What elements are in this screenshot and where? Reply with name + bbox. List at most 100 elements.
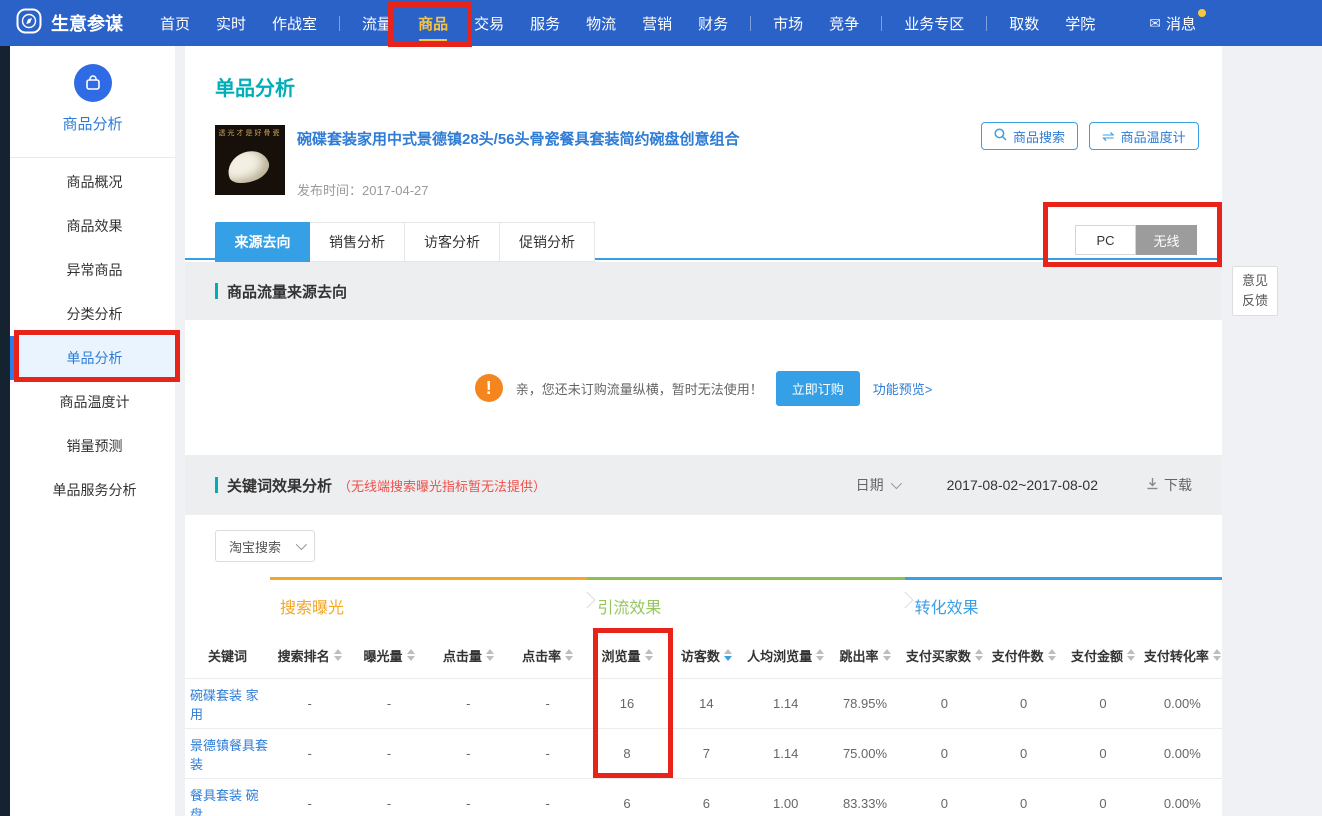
- sort-icon-active: [724, 649, 732, 661]
- nav-finance[interactable]: 财务: [685, 0, 741, 46]
- notification-badge: [1198, 9, 1206, 17]
- col-avg-pageviews[interactable]: 人均浏览量: [746, 646, 825, 665]
- chevron-down-icon: [890, 478, 901, 489]
- table-row: 景德镇餐具套装 - - - - 8 7 1.14 75.00% 0 0 0 0.…: [185, 728, 1222, 778]
- product-search-button[interactable]: 商品搜索: [981, 122, 1078, 150]
- nav-compete[interactable]: 竞争: [816, 0, 872, 46]
- col-pageviews[interactable]: 浏览量: [587, 646, 666, 665]
- col-paid-amount[interactable]: 支付金额: [1063, 646, 1142, 665]
- nav-traffic[interactable]: 流量: [349, 0, 405, 46]
- cell: 1.14: [746, 746, 825, 761]
- keyword-link[interactable]: 景德镇餐具套装: [185, 735, 270, 773]
- sidebar: 商品分析 商品概况 商品效果 异常商品 分类分析 单品分析 商品温度计 销量预测…: [10, 46, 175, 816]
- feature-preview-link[interactable]: 功能预览>: [873, 379, 933, 398]
- flow-section-title: 商品流量来源去向: [215, 281, 347, 302]
- keyword-section-title: 关键词效果分析: [215, 475, 332, 496]
- nav-market[interactable]: 市场: [760, 0, 816, 46]
- cell: 0: [905, 796, 984, 811]
- nav-home[interactable]: 首页: [147, 0, 203, 46]
- product-thermometer-button[interactable]: ⇌ 商品温度计: [1089, 122, 1199, 150]
- col-exposure[interactable]: 曝光量: [349, 646, 428, 665]
- sidebar-item-goods-effect[interactable]: 商品效果: [10, 204, 175, 248]
- cell: 0.00%: [1143, 746, 1222, 761]
- col-paying-buyers[interactable]: 支付买家数: [905, 646, 984, 665]
- nav-trade[interactable]: 交易: [461, 0, 517, 46]
- pc-wireless-toggle: PC 无线: [1075, 225, 1197, 255]
- download-button[interactable]: 下载: [1146, 475, 1192, 495]
- sidebar-item-sales-forecast[interactable]: 销量预测: [10, 424, 175, 468]
- sidebar-item-abnormal-goods[interactable]: 异常商品: [10, 248, 175, 292]
- download-icon: [1146, 477, 1159, 493]
- sidebar-collapsed-strip: [0, 46, 10, 816]
- cell: 1.14: [746, 696, 825, 711]
- tab-promotion-analysis[interactable]: 促销分析: [500, 222, 595, 262]
- nav-bizzone[interactable]: 业务专区: [891, 0, 977, 46]
- sort-icon: [486, 649, 494, 661]
- cell: -: [429, 746, 508, 761]
- feedback-button[interactable]: 意见 反馈: [1232, 266, 1278, 316]
- keyword-link[interactable]: 碗碟套装 家用: [185, 685, 270, 723]
- nav-service[interactable]: 服务: [517, 0, 573, 46]
- cell: 14: [667, 696, 746, 711]
- nav-items: 首页 实时 作战室 流量 商品 交易 服务 物流 营销 财务 市场 竞争 业务专…: [147, 0, 1209, 46]
- col-clicks[interactable]: 点击量: [429, 646, 508, 665]
- brand[interactable]: 生意参谋: [0, 8, 147, 39]
- col-ctr[interactable]: 点击率: [508, 646, 587, 665]
- sidebar-item-single-item-service[interactable]: 单品服务分析: [10, 468, 175, 512]
- notice-text: 亲，您还未订购流量纵横，暂时无法使用！: [516, 379, 763, 398]
- nav-logistics[interactable]: 物流: [573, 0, 629, 46]
- sidebar-title: 商品分析: [10, 113, 175, 134]
- cell: -: [349, 696, 428, 711]
- cell: -: [508, 696, 587, 711]
- sidebar-item-goods-thermometer[interactable]: 商品温度计: [10, 380, 175, 424]
- nav-goods[interactable]: 商品: [405, 0, 461, 46]
- tab-visitor-analysis[interactable]: 访客分析: [405, 222, 500, 262]
- col-search-rank[interactable]: 搜索排名: [270, 646, 349, 665]
- keyword-link[interactable]: 餐具套装 碗盘: [185, 785, 270, 816]
- cell: 0: [1063, 696, 1142, 711]
- envelope-icon: ✉: [1149, 15, 1161, 32]
- bowl-shape: [223, 146, 273, 189]
- nav-realtime[interactable]: 实时: [203, 0, 259, 46]
- nav-divider: [881, 16, 882, 31]
- product-thumbnail: 透光才是好骨瓷: [215, 125, 285, 195]
- sidebar-menu: 商品概况 商品效果 异常商品 分类分析 单品分析 商品温度计 销量预测 单品服务…: [10, 158, 175, 512]
- col-visitors[interactable]: 访客数: [667, 646, 746, 665]
- order-now-button[interactable]: 立即订购: [776, 371, 860, 406]
- sidebar-item-single-item-analysis[interactable]: 单品分析: [10, 336, 175, 380]
- date-dropdown[interactable]: 日期: [856, 475, 899, 495]
- search-channel-select[interactable]: 淘宝搜索: [215, 530, 315, 562]
- sort-icon: [1213, 649, 1221, 661]
- cell: 0.00%: [1143, 696, 1222, 711]
- sort-icon: [975, 649, 983, 661]
- col-keyword: 关键词: [185, 646, 270, 665]
- nav-academy[interactable]: 学院: [1052, 0, 1108, 46]
- product-title-link[interactable]: 碗碟套装家用中式景德镇28头/56头骨瓷餐具套装简约碗盘创意组合: [297, 128, 937, 149]
- nav-warroom[interactable]: 作战室: [259, 0, 330, 46]
- keyword-table: 搜索曝光 引流效果 转化效果 关键词 搜索排名 曝光量 点击量 点击率 浏览量 …: [185, 577, 1222, 816]
- col-bounce-rate[interactable]: 跳出率: [825, 646, 904, 665]
- col-conversion-rate[interactable]: 支付转化率: [1143, 646, 1222, 665]
- cell: -: [429, 696, 508, 711]
- chevron-down-icon: [296, 539, 307, 550]
- subscribe-notice: ! 亲，您还未订购流量纵横，暂时无法使用！ 立即订购 功能预览>: [185, 368, 1222, 408]
- nav-message[interactable]: ✉ 消息: [1136, 0, 1209, 46]
- nav-data[interactable]: 取数: [996, 0, 1052, 46]
- keyword-section-header: 关键词效果分析 （无线端搜索曝光指标暂无法提供） 日期 2017-08-02~2…: [185, 455, 1222, 515]
- col-paid-items[interactable]: 支付件数: [984, 646, 1063, 665]
- cell: 6: [667, 796, 746, 811]
- cell: -: [429, 796, 508, 811]
- cell: 0: [984, 746, 1063, 761]
- flow-section-header: 商品流量来源去向: [185, 262, 1222, 320]
- cell: -: [508, 746, 587, 761]
- tab-sales-analysis[interactable]: 销售分析: [310, 222, 405, 262]
- sidebar-item-goods-overview[interactable]: 商品概况: [10, 160, 175, 204]
- cell: 0.00%: [1143, 796, 1222, 811]
- cell: 0: [1063, 746, 1142, 761]
- cell: -: [349, 796, 428, 811]
- tab-source-destination[interactable]: 来源去向: [215, 222, 310, 262]
- sidebar-item-category-analysis[interactable]: 分类分析: [10, 292, 175, 336]
- nav-marketing[interactable]: 营销: [629, 0, 685, 46]
- toggle-wireless[interactable]: 无线: [1136, 225, 1197, 255]
- toggle-pc[interactable]: PC: [1075, 225, 1136, 255]
